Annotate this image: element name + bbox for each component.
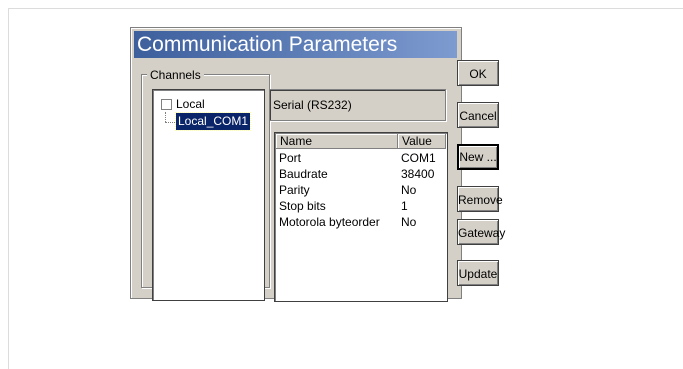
param-value: 38400 bbox=[401, 167, 435, 181]
param-value: No bbox=[401, 183, 417, 197]
tree-node-local[interactable]: Local bbox=[161, 96, 205, 112]
param-value: 1 bbox=[401, 199, 408, 213]
channels-tree[interactable]: Local Local_COM1 bbox=[152, 89, 265, 301]
title-bar[interactable]: Communication Parameters bbox=[134, 31, 457, 58]
param-name: Motorola byteorder bbox=[279, 215, 380, 229]
param-name: Port bbox=[279, 151, 302, 165]
table-row[interactable]: Stop bits 1 bbox=[276, 198, 446, 214]
tree-connector-vertical bbox=[165, 112, 166, 122]
param-name: Stop bits bbox=[279, 199, 326, 213]
column-header-name[interactable]: Name bbox=[276, 134, 398, 149]
param-value: COM1 bbox=[401, 151, 436, 165]
remove-button[interactable]: Remove bbox=[457, 186, 503, 212]
ok-button[interactable]: OK bbox=[457, 60, 499, 86]
param-name: Parity bbox=[279, 183, 310, 197]
table-row[interactable]: Port COM1 bbox=[276, 150, 446, 166]
gateway-button[interactable]: Gateway bbox=[457, 219, 505, 245]
column-header-value[interactable]: Value bbox=[398, 134, 446, 149]
connection-type-label: Serial (RS232) bbox=[273, 98, 352, 112]
channels-group-label: Channels bbox=[147, 68, 204, 82]
table-row[interactable]: Motorola byteorder No bbox=[276, 214, 446, 230]
update-button[interactable]: Update bbox=[457, 260, 499, 286]
param-name: Baudrate bbox=[279, 167, 328, 181]
new-button[interactable]: New ... bbox=[457, 144, 499, 170]
table-row[interactable]: Baudrate 38400 bbox=[276, 166, 446, 182]
table-row[interactable]: Parity No bbox=[276, 182, 446, 198]
cancel-button[interactable]: Cancel bbox=[457, 102, 499, 128]
tree-node-local-label: Local bbox=[176, 97, 205, 111]
param-value: No bbox=[401, 215, 417, 229]
window-title: Communication Parameters bbox=[137, 33, 398, 56]
tree-connector-horizontal bbox=[165, 122, 175, 123]
connection-type-box: Serial (RS232) bbox=[269, 89, 446, 121]
tree-node-local-com1[interactable]: Local_COM1 bbox=[174, 112, 252, 131]
tree-node-icon bbox=[161, 99, 172, 111]
parameters-table[interactable]: Name Value Port COM1 Baudrate 38400 Pari… bbox=[274, 132, 448, 302]
